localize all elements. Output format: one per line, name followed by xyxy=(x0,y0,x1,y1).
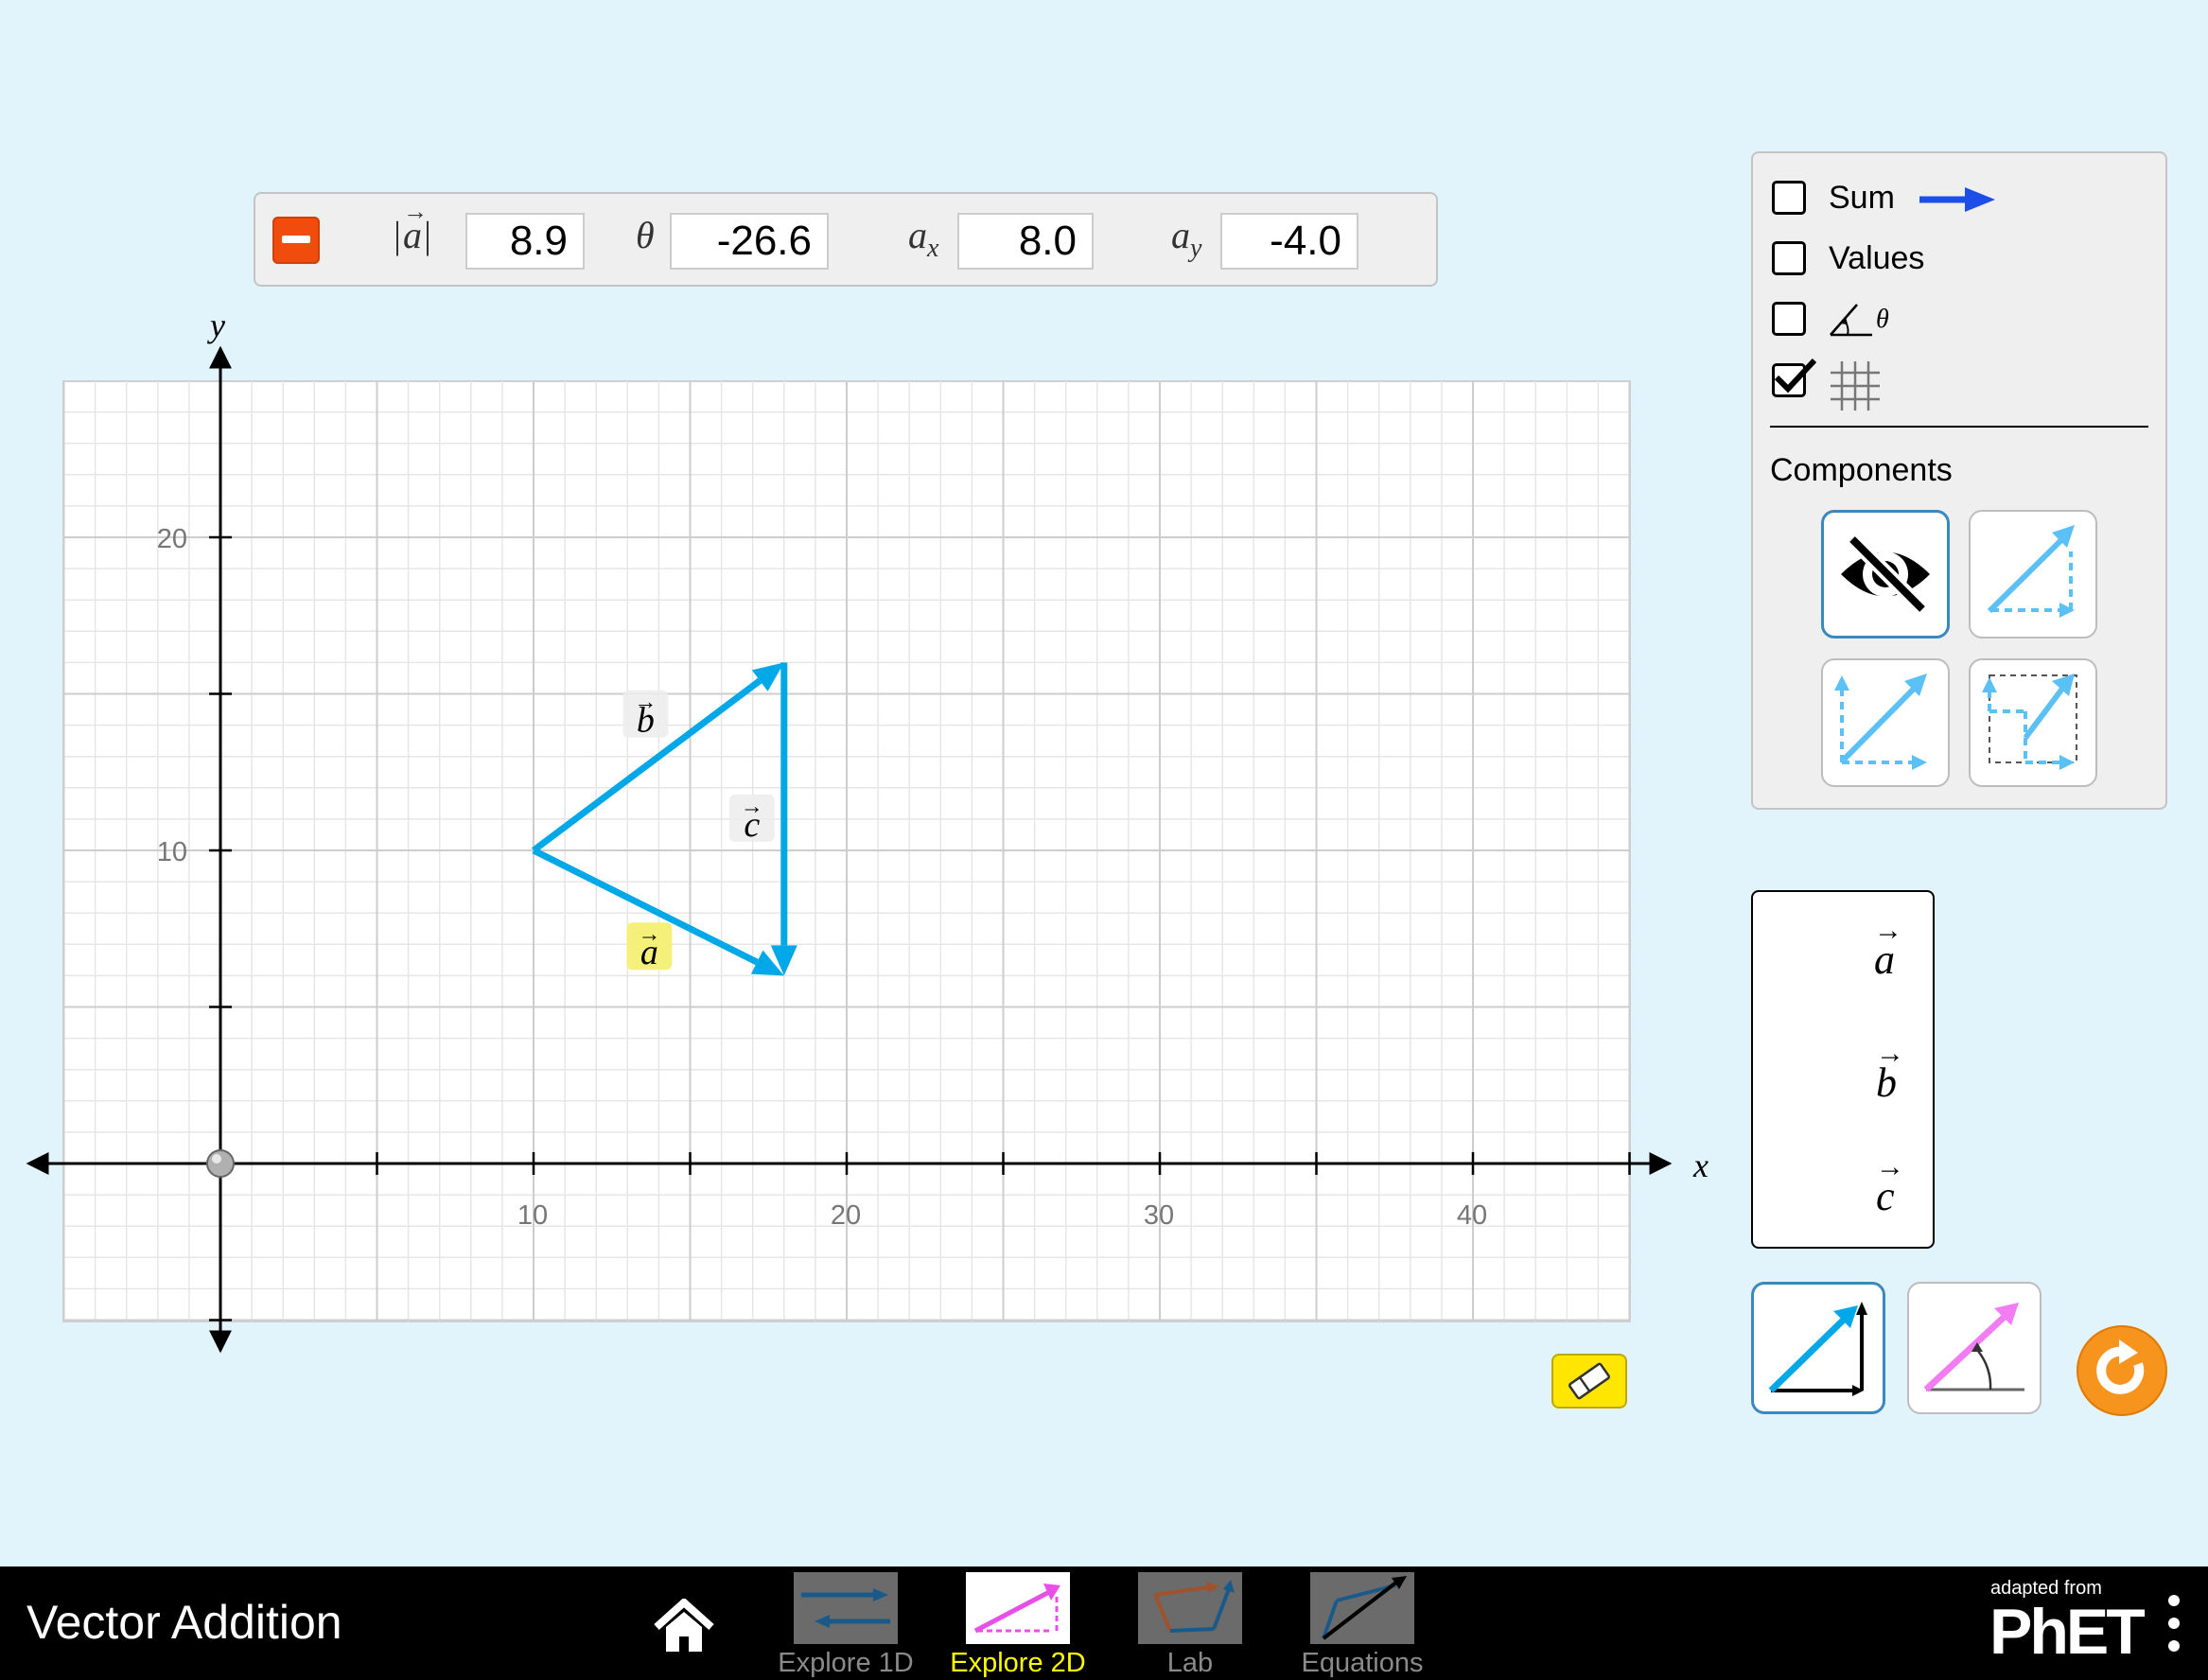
app-title: Vector Addition xyxy=(26,1596,342,1649)
cartesian-icon xyxy=(1768,1302,1867,1396)
x-tick-label: 40 xyxy=(1457,1200,1487,1231)
lab-icon xyxy=(1153,1580,1235,1633)
eye-slash-icon xyxy=(1841,534,1930,615)
components-on-axis-icon xyxy=(1834,674,1927,770)
sum-arrow-icon xyxy=(1919,187,1995,212)
grid-icon xyxy=(1831,361,1880,411)
origin-handle-shine xyxy=(212,1154,221,1164)
y-axis-label: y xyxy=(207,306,225,344)
values-checkbox[interactable] xyxy=(1772,241,1806,275)
eraser-button[interactable] xyxy=(1551,1354,1627,1409)
equations-icon xyxy=(1322,1576,1407,1640)
lab-label[interactable]: Lab xyxy=(1105,1648,1275,1679)
y-tick-label: 10 xyxy=(157,837,187,867)
graph-controls-panel: Sum Values θ Components xyxy=(1751,151,2167,810)
x-tick-label: 20 xyxy=(831,1200,861,1231)
components-parallelogram-button[interactable] xyxy=(1969,510,2097,639)
vector-a-label[interactable]: →a xyxy=(626,921,673,972)
reset-all-button[interactable] xyxy=(2076,1324,2168,1417)
grid-checkbox[interactable] xyxy=(1772,358,1817,397)
x-tick-label: 10 xyxy=(517,1200,548,1231)
eraser-icon xyxy=(1568,1362,1611,1400)
more-options-icon[interactable] xyxy=(2168,1595,2180,1654)
vector-label-text: c xyxy=(744,805,760,845)
components-tail-to-tip-button[interactable] xyxy=(1969,658,2097,787)
explore-2d-label[interactable]: Explore 2D xyxy=(933,1648,1103,1679)
explore-1d-icon xyxy=(801,1588,890,1628)
navigation-bar: Vector Addition Explore 1D Explore 2D La… xyxy=(0,1566,2208,1680)
origin-handle[interactable] xyxy=(206,1149,235,1178)
vector-label-text: a xyxy=(640,933,658,972)
explore-1d-screen-button[interactable] xyxy=(794,1572,898,1644)
values-label: Values xyxy=(1829,240,1925,276)
angle-icon xyxy=(1830,304,1872,337)
polar-mode-button[interactable] xyxy=(1907,1282,2042,1414)
equations-screen-button[interactable] xyxy=(1310,1572,1414,1644)
vector-a-token[interactable]: → a xyxy=(1874,915,1902,984)
vector-label-text: b xyxy=(637,701,655,741)
checkmark-icon xyxy=(1774,358,1817,394)
vector-c-token[interactable]: → c xyxy=(1876,1151,1904,1220)
explore-1d-label[interactable]: Explore 1D xyxy=(761,1648,931,1679)
y-tick-label: 20 xyxy=(157,524,187,554)
explore-2d-icon xyxy=(973,1584,1060,1634)
equations-label[interactable]: Equations xyxy=(1277,1648,1447,1679)
home-icon[interactable] xyxy=(653,1599,715,1654)
components-invisible-button[interactable] xyxy=(1821,510,1950,639)
vector-creator-panel: → a → b → c xyxy=(1751,890,1935,1249)
vector-c-label[interactable]: →c xyxy=(728,794,775,845)
vector-b-token[interactable]: → b xyxy=(1876,1038,1904,1107)
divider xyxy=(1770,426,2148,428)
x-axis-label: x xyxy=(1692,1146,1709,1184)
components-on-axis-button[interactable] xyxy=(1821,658,1950,787)
sum-label: Sum xyxy=(1829,180,1895,216)
components-heading: Components xyxy=(1770,452,1953,488)
graph: x y 10 20 30 40 20 10 →a →b →c xyxy=(26,306,1709,1354)
angles-checkbox[interactable] xyxy=(1772,302,1806,336)
angle-label: θ xyxy=(1876,305,1889,334)
polar-icon xyxy=(1923,1303,2024,1392)
sum-checkbox[interactable] xyxy=(1772,181,1806,215)
explore-2d-screen-button[interactable] xyxy=(966,1572,1070,1644)
cartesian-mode-button[interactable] xyxy=(1751,1282,1885,1414)
phet-logo[interactable]: PhET xyxy=(1989,1595,2146,1669)
components-tail-to-tip-icon xyxy=(1982,674,2077,770)
x-tick-label: 30 xyxy=(1144,1200,1174,1231)
lab-screen-button[interactable] xyxy=(1138,1572,1242,1644)
components-parallelogram-icon xyxy=(1987,525,2075,618)
vector-b-label[interactable]: →b xyxy=(622,690,669,741)
